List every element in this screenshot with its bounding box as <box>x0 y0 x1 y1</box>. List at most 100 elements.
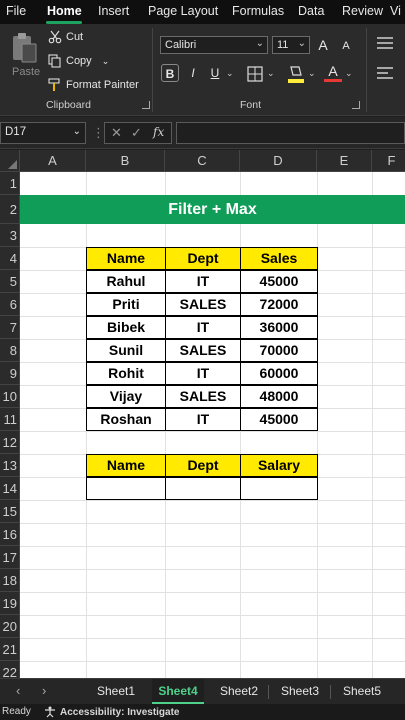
font-size-select[interactable]: 11 ⌄ <box>272 36 310 54</box>
row-header[interactable]: 13 <box>0 454 20 477</box>
column-header-d[interactable]: D <box>240 150 317 172</box>
table-cell[interactable]: Rohit <box>86 362 166 385</box>
table-cell[interactable]: 60000 <box>240 362 318 385</box>
clipboard-launcher-icon[interactable] <box>142 101 150 109</box>
row-header[interactable]: 5 <box>0 270 20 293</box>
next-sheet-icon[interactable]: › <box>42 683 46 698</box>
result-header-cell[interactable]: Dept <box>165 454 241 477</box>
result-cell[interactable] <box>86 477 166 500</box>
table-cell[interactable]: 48000 <box>240 385 318 408</box>
fill-color-dropdown-icon[interactable]: ⌄ <box>308 68 316 79</box>
menu-tab-data[interactable]: Data <box>298 4 324 18</box>
menu-tab-insert[interactable]: Insert <box>98 4 129 18</box>
sheet-tab-sheet4[interactable]: Sheet4 <box>152 679 204 704</box>
paste-icon[interactable] <box>10 32 38 64</box>
underline-dropdown-icon[interactable]: ⌄ <box>226 68 234 79</box>
row-header[interactable]: 11 <box>0 408 20 431</box>
result-cell[interactable] <box>165 477 241 500</box>
cut-button[interactable]: Cut <box>48 30 83 44</box>
row-header[interactable]: 18 <box>0 569 20 592</box>
bold-button[interactable]: B <box>161 64 179 82</box>
row-header[interactable]: 10 <box>0 385 20 408</box>
table-cell[interactable]: 70000 <box>240 339 318 362</box>
row-header[interactable]: 16 <box>0 523 20 546</box>
sheet-tab-sheet1[interactable]: Sheet1 <box>90 679 142 704</box>
confirm-formula-icon[interactable]: ✓ <box>131 125 142 141</box>
row-header[interactable]: 3 <box>0 224 20 247</box>
row-header[interactable]: 17 <box>0 546 20 569</box>
table-cell[interactable]: Vijay <box>86 385 166 408</box>
borders-icon[interactable] <box>247 66 263 82</box>
row-header[interactable]: 6 <box>0 293 20 316</box>
select-all-button[interactable] <box>0 150 20 172</box>
result-cell[interactable] <box>240 477 318 500</box>
sheet-tab-sheet5[interactable]: Sheet5 <box>336 679 388 704</box>
formula-input[interactable] <box>176 122 405 144</box>
align-left-icon[interactable] <box>376 66 394 80</box>
accessibility-status[interactable]: Accessibility: Investigate <box>44 706 180 718</box>
table-cell[interactable]: 45000 <box>240 408 318 431</box>
table-cell[interactable]: IT <box>165 270 241 293</box>
name-box[interactable]: D17 ⌄ <box>0 122 86 144</box>
font-launcher-icon[interactable] <box>352 101 360 109</box>
table-header-cell[interactable]: Sales <box>240 247 318 270</box>
column-header-a[interactable]: A <box>20 150 86 172</box>
menu-tab-view[interactable]: Vi <box>390 4 401 18</box>
table-cell[interactable]: SALES <box>165 339 241 362</box>
table-cell[interactable]: SALES <box>165 385 241 408</box>
table-cell[interactable]: Rahul <box>86 270 166 293</box>
fill-color-icon[interactable] <box>287 64 305 84</box>
table-cell[interactable]: SALES <box>165 293 241 316</box>
increase-font-size-button[interactable]: A <box>314 36 332 54</box>
column-header-f[interactable]: F <box>372 150 405 172</box>
row-header[interactable]: 14 <box>0 477 20 500</box>
align-top-icon[interactable] <box>376 36 394 50</box>
table-cell[interactable]: 36000 <box>240 316 318 339</box>
menu-tab-file[interactable]: File <box>6 4 26 18</box>
cancel-formula-icon[interactable]: ✕ <box>111 125 122 141</box>
menu-tab-formulas[interactable]: Formulas <box>232 4 284 18</box>
sheet-tab-sheet2[interactable]: Sheet2 <box>213 679 265 704</box>
row-header[interactable]: 22 <box>0 661 20 678</box>
row-header[interactable]: 20 <box>0 615 20 638</box>
row-header[interactable]: 9 <box>0 362 20 385</box>
row-header[interactable]: 12 <box>0 431 20 454</box>
underline-button[interactable]: U <box>206 64 224 82</box>
column-header-b[interactable]: B <box>86 150 165 172</box>
column-header-c[interactable]: C <box>165 150 240 172</box>
row-header[interactable]: 8 <box>0 339 20 362</box>
copy-button[interactable]: Copy ⌄ <box>48 54 109 68</box>
font-name-select[interactable]: Calibri ⌄ <box>160 36 268 54</box>
table-cell[interactable]: Roshan <box>86 408 166 431</box>
prev-sheet-icon[interactable]: ‹ <box>16 683 20 698</box>
result-header-cell[interactable]: Name <box>86 454 166 477</box>
row-header[interactable]: 1 <box>0 172 20 195</box>
font-color-button[interactable]: A <box>324 62 342 82</box>
sheet-tab-sheet3[interactable]: Sheet3 <box>274 679 326 704</box>
insert-function-button[interactable]: fx <box>153 125 164 139</box>
result-header-cell[interactable]: Salary <box>240 454 318 477</box>
menu-tab-home[interactable]: Home <box>47 4 82 18</box>
format-painter-button[interactable]: Format Painter <box>48 78 139 92</box>
row-header[interactable]: 19 <box>0 592 20 615</box>
column-header-e[interactable]: E <box>317 150 372 172</box>
table-cell[interactable]: IT <box>165 316 241 339</box>
row-header[interactable]: 21 <box>0 638 20 661</box>
row-header[interactable]: 7 <box>0 316 20 339</box>
table-cell[interactable]: IT <box>165 362 241 385</box>
borders-dropdown-icon[interactable]: ⌄ <box>267 68 275 79</box>
row-header[interactable]: 15 <box>0 500 20 523</box>
paste-label[interactable]: Paste <box>12 66 40 78</box>
table-cell[interactable]: 72000 <box>240 293 318 316</box>
worksheet-grid[interactable]: A B C D E F 1 2 3 4 5 6 7 8 9 10 11 12 1… <box>0 150 405 678</box>
table-cell[interactable]: IT <box>165 408 241 431</box>
menu-tab-page-layout[interactable]: Page Layout <box>148 4 218 18</box>
menu-tab-review[interactable]: Review <box>342 4 383 18</box>
table-header-cell[interactable]: Dept <box>165 247 241 270</box>
italic-button[interactable]: I <box>184 64 202 82</box>
table-cell[interactable]: Bibek <box>86 316 166 339</box>
row-header[interactable]: 4 <box>0 247 20 270</box>
row-header[interactable]: 2 <box>0 195 20 224</box>
copy-dropdown-icon[interactable]: ⌄ <box>102 56 110 67</box>
decrease-font-size-button[interactable]: A <box>337 37 355 55</box>
